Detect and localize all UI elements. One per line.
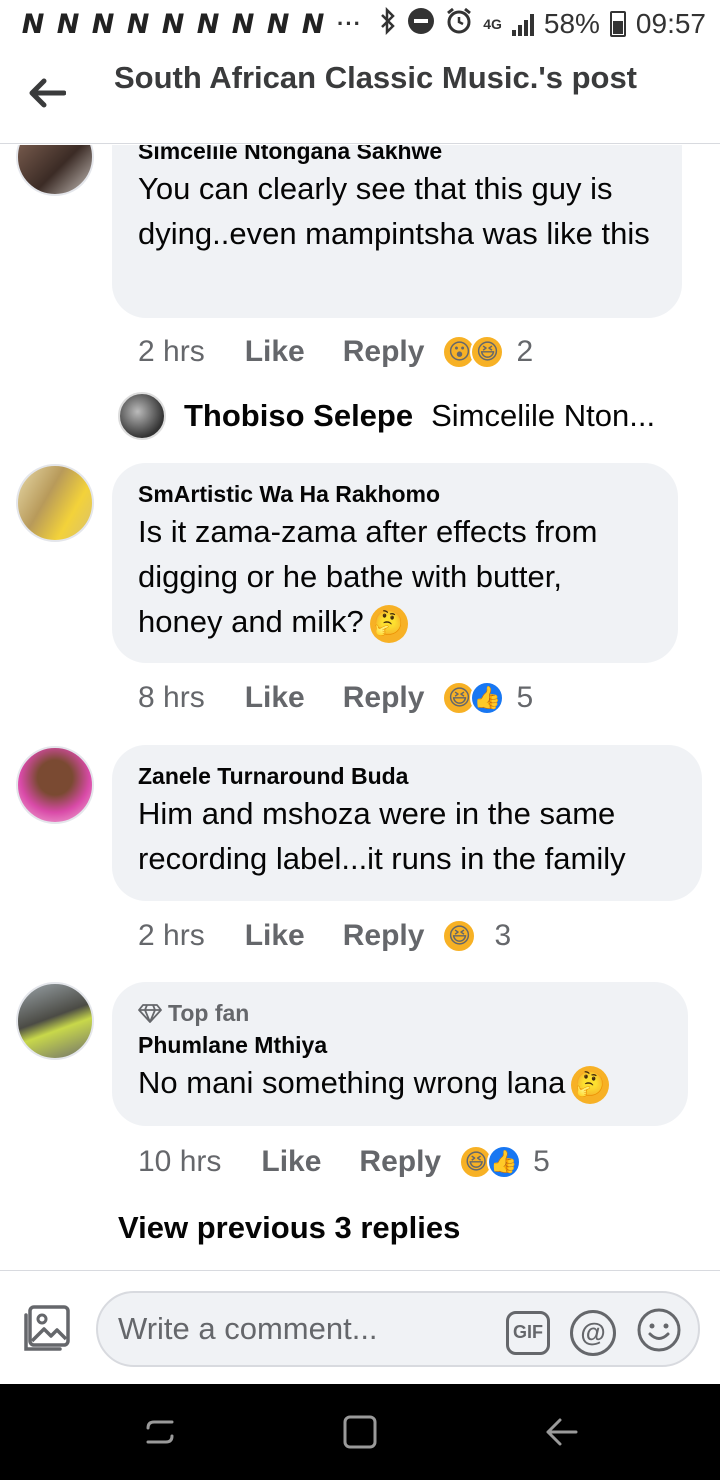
comment-composer: GIF @: [0, 1270, 720, 1384]
comment-author[interactable]: Phumlane Mthiya: [138, 1030, 662, 1060]
comment-bubble[interactable]: SmArtistic Wa Ha Rakhomo Is it zama-zama…: [112, 463, 678, 663]
post-header: South African Classic Music.'s post: [0, 48, 720, 144]
back-button[interactable]: [24, 70, 70, 116]
home-icon: [343, 1415, 377, 1449]
diamond-icon: [138, 1004, 162, 1023]
view-previous-replies-link[interactable]: View previous 3 replies: [118, 1210, 460, 1246]
reaction-summary[interactable]: 😆 👍: [459, 1145, 522, 1179]
reply-preview[interactable]: Thobiso Selepe Simcelile Nton...: [118, 392, 655, 440]
comment-time[interactable]: 8 hrs: [138, 681, 205, 715]
status-bar: N N N N N N N N N ··· 4G 58% 09:57: [0, 0, 720, 48]
reaction-summary[interactable]: 😮 😆: [442, 335, 505, 369]
top-fan-badge: Top fan: [138, 996, 662, 1030]
status-indicators: 4G 58% 09:57: [379, 6, 706, 42]
battery-percent: 58%: [543, 8, 600, 39]
like-reaction-icon: 👍: [470, 681, 505, 715]
like-button[interactable]: Like: [245, 919, 305, 953]
reply-snippet: Simcelile Nton...: [431, 398, 656, 433]
comment-actions: 10 hrs Like Reply 😆 👍 5: [138, 1142, 550, 1182]
reply-author: Thobiso Selepe: [184, 398, 414, 433]
photo-button[interactable]: [20, 1303, 72, 1355]
reply-button[interactable]: Reply: [343, 335, 425, 369]
like-button[interactable]: Like: [261, 1145, 321, 1179]
page-title: South African Classic Music.'s post: [114, 60, 638, 95]
recent-apps-button[interactable]: [140, 1412, 180, 1452]
comment-author[interactable]: Zanele Turnaround Buda: [138, 761, 676, 791]
photo-icon: [24, 1305, 70, 1351]
reaction-count: 5: [533, 1145, 550, 1178]
avatar[interactable]: [16, 464, 94, 542]
notification-icon: N: [91, 8, 115, 40]
notification-icon: N: [21, 8, 45, 40]
mention-button[interactable]: @: [570, 1309, 616, 1356]
comments-list[interactable]: Simcelile Ntongana Sakhwe You can clearl…: [0, 145, 720, 1270]
reply-button[interactable]: Reply: [343, 681, 425, 715]
back-nav-icon: [546, 1418, 578, 1446]
do-not-disturb-icon: [407, 7, 435, 42]
comment-text: You can clearly see that this guy is dyi…: [138, 171, 650, 251]
comment-author[interactable]: SmArtistic Wa Ha Rakhomo: [138, 479, 652, 509]
comment-input[interactable]: [118, 1311, 498, 1347]
thinking-emoji-icon: 🤔: [571, 1065, 610, 1104]
notification-icons: N N N N N N N N N ···: [16, 9, 362, 40]
clock: 09:57: [635, 8, 706, 39]
back-nav-button[interactable]: [542, 1412, 582, 1452]
composer-actions: GIF @: [506, 1307, 682, 1358]
like-reaction-icon: 👍: [487, 1145, 522, 1179]
back-arrow-icon: [29, 78, 66, 108]
notification-icon: N: [196, 8, 220, 40]
comment-actions: 2 hrs Like Reply 😮 😆 2: [138, 332, 533, 372]
reaction-count: 5: [516, 681, 534, 714]
home-button[interactable]: [340, 1412, 380, 1452]
smiley-icon: [637, 1308, 681, 1352]
haha-reaction-icon: 😆: [442, 919, 477, 953]
comment-input-container[interactable]: GIF @: [96, 1291, 700, 1367]
comment-time[interactable]: 2 hrs: [138, 919, 205, 953]
comment-text: Is it zama-zama after effects from diggi…: [138, 514, 598, 639]
alarm-icon: [445, 7, 473, 42]
comment-actions: 8 hrs Like Reply 😆 👍 5: [138, 678, 533, 718]
notification-icon: N: [161, 8, 185, 40]
comment-text-wrap: No mani something wrong lana 🤔: [138, 1060, 662, 1105]
haha-reaction-icon: 😆: [470, 335, 505, 369]
comment-text: No mani something wrong lana: [138, 1065, 566, 1100]
comment-author[interactable]: Simcelile Ntongana Sakhwe: [138, 145, 656, 166]
notification-icon: N: [56, 8, 80, 40]
comment-time[interactable]: 2 hrs: [138, 335, 205, 369]
reaction-count: 3: [494, 919, 512, 952]
avatar: [118, 392, 166, 440]
thinking-emoji-icon: 🤔: [369, 604, 408, 643]
signal-icon: [511, 12, 534, 36]
overflow-notifications-icon: ···: [337, 11, 362, 36]
notification-icon: N: [301, 8, 325, 40]
reaction-count: 2: [516, 335, 534, 368]
badge-label: Top fan: [168, 1000, 250, 1026]
avatar[interactable]: [16, 746, 94, 824]
comment-text-wrap: Is it zama-zama after effects from diggi…: [138, 509, 652, 644]
avatar[interactable]: [16, 982, 94, 1060]
comment-bubble[interactable]: Zanele Turnaround Buda Him and mshoza we…: [112, 745, 702, 901]
comment-time[interactable]: 10 hrs: [138, 1145, 221, 1179]
gif-button[interactable]: GIF: [506, 1310, 550, 1355]
battery-icon: [609, 11, 626, 37]
reply-button[interactable]: Reply: [343, 919, 425, 953]
notification-icon: N: [126, 8, 150, 40]
like-button[interactable]: Like: [245, 335, 305, 369]
recent-apps-icon: [146, 1420, 174, 1444]
comment-bubble[interactable]: Simcelile Ntongana Sakhwe You can clearl…: [112, 145, 682, 318]
comment-text: Him and mshoza were in the same recordin…: [138, 796, 626, 876]
emoji-button[interactable]: [636, 1307, 682, 1358]
comment-actions: 2 hrs Like Reply 😆 3: [138, 916, 511, 956]
network-type-icon: 4G: [483, 16, 502, 32]
like-button[interactable]: Like: [245, 681, 305, 715]
system-navigation-bar: [0, 1384, 720, 1480]
reply-button[interactable]: Reply: [359, 1145, 441, 1179]
reaction-summary[interactable]: 😆 👍: [442, 681, 505, 715]
notification-icon: N: [231, 8, 255, 40]
reaction-summary[interactable]: 😆: [442, 919, 477, 953]
avatar[interactable]: [16, 145, 94, 196]
bluetooth-icon: [379, 6, 397, 42]
comment-bubble[interactable]: Top fan Phumlane Mthiya No mani somethin…: [112, 982, 688, 1126]
notification-icon: N: [266, 8, 290, 40]
